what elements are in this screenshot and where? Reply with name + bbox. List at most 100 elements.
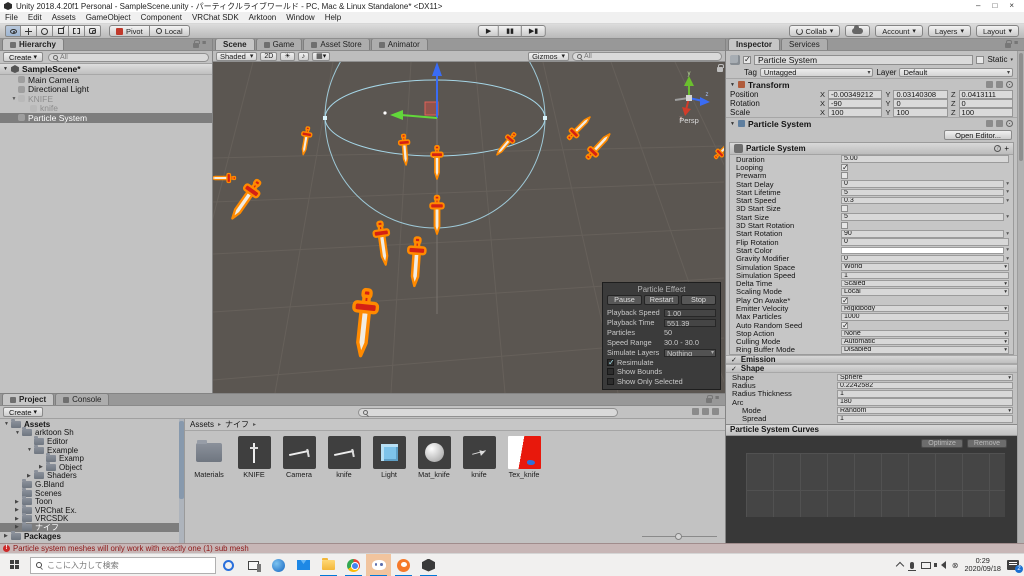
- axis-field[interactable]: 0.03140308: [893, 90, 947, 99]
- property-checkbox[interactable]: [841, 205, 848, 212]
- gameobject-name-field[interactable]: Particle System: [754, 55, 973, 65]
- layout-button[interactable]: Layout: [976, 25, 1019, 37]
- asset-item[interactable]: Tex_knife: [504, 436, 544, 479]
- row-value[interactable]: 30.0 - 30.0: [664, 338, 716, 347]
- axis-field[interactable]: 0: [893, 99, 947, 108]
- persp-label[interactable]: Persp: [667, 116, 711, 125]
- foldout-icon[interactable]: ▼: [10, 96, 18, 102]
- lock-icon[interactable]: [717, 67, 723, 72]
- maximize-button[interactable]: □: [992, 1, 997, 11]
- step-button[interactable]: ▶▮: [522, 25, 546, 37]
- property-field[interactable]: 5: [841, 189, 1004, 197]
- project-tree-item[interactable]: ▶ ナイフ: [0, 523, 184, 532]
- pivot-toggle[interactable]: Pivot: [109, 25, 150, 37]
- microphone-tray-icon[interactable]: [909, 562, 915, 569]
- foldout-icon[interactable]: ▶: [15, 516, 22, 522]
- lock-icon[interactable]: [193, 43, 199, 48]
- property-field[interactable]: 0: [841, 238, 1009, 246]
- project-search-input[interactable]: [370, 409, 613, 416]
- hierarchy-item[interactable]: ▼ KNIFE: [0, 94, 212, 104]
- breadcrumb-item[interactable]: ナイフ: [225, 419, 260, 430]
- particle-effect-checkbox[interactable]: Show Only Selected: [607, 377, 716, 387]
- axis-field[interactable]: -0.00349212: [828, 90, 882, 99]
- hierarchy-search-input[interactable]: [60, 54, 204, 61]
- project-tree-item[interactable]: ▶ Object: [0, 463, 184, 472]
- property-field[interactable]: None: [841, 330, 1009, 338]
- property-field[interactable]: Sphere: [837, 374, 1013, 382]
- asset-thumbnail[interactable]: [418, 436, 451, 469]
- scene-search-input[interactable]: [584, 53, 717, 60]
- property-field[interactable]: Scaled: [841, 280, 1009, 288]
- panel-menu-icon[interactable]: ≡: [202, 40, 209, 47]
- property-field[interactable]: Disabled: [841, 346, 1009, 354]
- hierarchy-item[interactable]: Main Camera: [0, 75, 212, 85]
- rect-tool-button[interactable]: [69, 25, 85, 37]
- project-tree-item[interactable]: ▶ Packages: [0, 532, 184, 541]
- property-field[interactable]: 1: [837, 415, 1013, 423]
- breadcrumb-item[interactable]: Assets: [190, 420, 225, 429]
- project-tree-item[interactable]: ▼ arktoon Sh: [0, 429, 184, 438]
- panel-menu-icon[interactable]: ≡: [1014, 40, 1021, 47]
- asset-item[interactable]: KNIFE: [234, 436, 274, 479]
- menu-item[interactable]: Component: [136, 13, 187, 22]
- foldout-icon[interactable]: ▶: [27, 473, 34, 479]
- property-field[interactable]: 5.00: [841, 155, 1009, 163]
- check-icon[interactable]: ✓: [731, 365, 737, 373]
- asset-item[interactable]: Mat_knife: [414, 436, 454, 479]
- property-field[interactable]: Rigidbody: [841, 305, 1009, 313]
- project-tree-item[interactable]: Scenes: [0, 489, 184, 498]
- menu-item[interactable]: Assets: [47, 13, 81, 22]
- particle-effect-checkbox[interactable]: Show Bounds: [607, 367, 716, 377]
- unity-button[interactable]: [416, 554, 441, 576]
- effects-toggle[interactable]: ▦: [312, 52, 330, 61]
- hierarchy-search[interactable]: [48, 53, 209, 62]
- property-field[interactable]: Random: [837, 407, 1013, 415]
- transform-tool-button[interactable]: [85, 25, 101, 37]
- asset-thumbnail[interactable]: [328, 436, 361, 469]
- particle-system-header[interactable]: ▼ Particle System: [726, 117, 1017, 129]
- active-checkbox[interactable]: [743, 56, 751, 64]
- property-field[interactable]: 5: [841, 213, 1004, 221]
- property-field[interactable]: [841, 247, 1004, 255]
- checkbox-icon[interactable]: [607, 359, 614, 366]
- foldout-icon[interactable]: ▼: [27, 447, 34, 453]
- particle-effect-button[interactable]: Stop: [681, 295, 716, 305]
- project-tree-item[interactable]: ▶ Toon: [0, 497, 184, 506]
- tray-expand-button[interactable]: [897, 561, 903, 569]
- add-module-icon[interactable]: +: [1004, 144, 1009, 153]
- transform-header[interactable]: ▼ Transform: [726, 78, 1017, 90]
- axis-field[interactable]: 100: [893, 108, 947, 117]
- book-icon[interactable]: [986, 120, 993, 127]
- foldout-icon[interactable]: ▶: [39, 464, 46, 470]
- foldout-icon[interactable]: ▼: [730, 121, 735, 127]
- gear-icon[interactable]: [1006, 120, 1013, 127]
- chrome-button[interactable]: [341, 554, 366, 576]
- local-toggle[interactable]: Local: [150, 25, 190, 37]
- property-field[interactable]: 0.3: [841, 197, 1004, 205]
- property-field[interactable]: 0.2242582: [837, 382, 1013, 390]
- particle-effect-button[interactable]: Pause: [607, 295, 642, 305]
- scene-view-tab[interactable]: Animator: [371, 38, 428, 50]
- foldout-icon[interactable]: ▶: [15, 507, 22, 513]
- hierarchy-create-button[interactable]: Create: [3, 52, 43, 62]
- property-checkbox[interactable]: [841, 297, 848, 304]
- lighting-toggle[interactable]: ☀: [280, 52, 294, 61]
- project-create-button[interactable]: Create: [3, 407, 43, 417]
- collab-button[interactable]: Collab: [789, 25, 841, 37]
- foldout-icon[interactable]: ▶: [15, 524, 22, 530]
- lock-icon[interactable]: [1005, 43, 1011, 48]
- display-tray-icon[interactable]: [921, 562, 931, 569]
- foldout-icon[interactable]: ▼: [4, 421, 11, 427]
- scene-search[interactable]: [572, 52, 722, 61]
- project-tree-item[interactable]: ▶ VRChat Ex.: [0, 506, 184, 515]
- favorite-icon[interactable]: [712, 408, 719, 415]
- curves-title[interactable]: Particle System Curves: [726, 425, 1017, 436]
- property-field[interactable]: 0: [841, 255, 1004, 263]
- asset-thumbnail[interactable]: [463, 436, 496, 469]
- project-tree-item[interactable]: ▶ Shaders: [0, 472, 184, 481]
- axis-field[interactable]: 100: [959, 108, 1013, 117]
- preset-icon[interactable]: [996, 120, 1003, 127]
- asset-item[interactable]: Light: [369, 436, 409, 479]
- project-tree-item[interactable]: Editor: [0, 437, 184, 446]
- minimize-button[interactable]: –: [976, 1, 980, 11]
